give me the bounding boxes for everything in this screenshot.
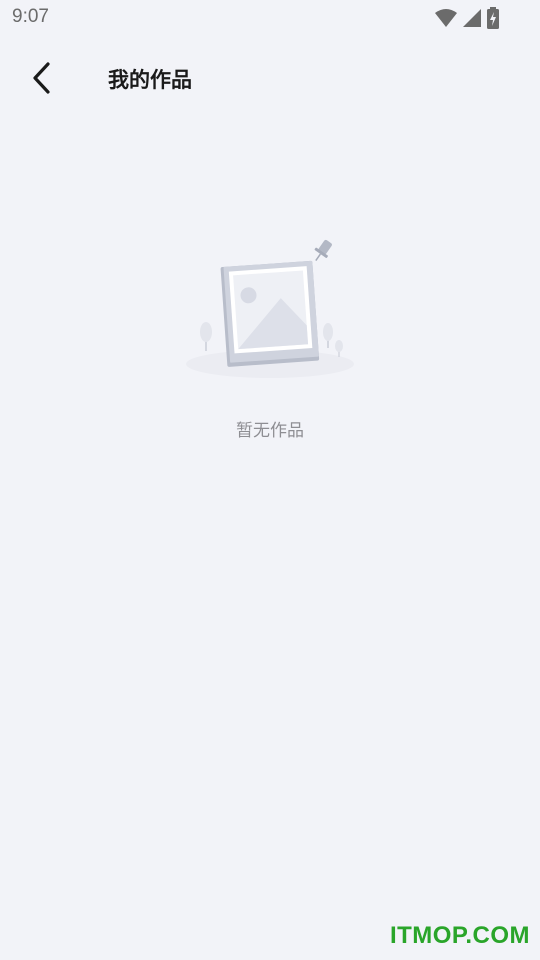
- status-bar: 9:07: [0, 0, 540, 36]
- empty-state-message: 暂无作品: [236, 421, 304, 441]
- cellular-signal-icon: [463, 9, 481, 27]
- watermark: ITMOP.COM: [389, 922, 530, 949]
- chevron-left-icon: [33, 62, 50, 94]
- empty-photo-frame-illustration: [186, 239, 354, 378]
- battery-charging-icon: [487, 7, 499, 29]
- tree-icon: [323, 323, 343, 357]
- back-button[interactable]: [22, 58, 62, 98]
- status-icons: [434, 7, 500, 29]
- page-title: 我的作品: [108, 68, 192, 92]
- wifi-icon: [435, 9, 457, 27]
- tree-icon: [200, 322, 212, 351]
- pushpin-icon: [314, 239, 332, 262]
- app-header: 我的作品: [0, 44, 540, 114]
- status-time: 9:07: [12, 6, 49, 27]
